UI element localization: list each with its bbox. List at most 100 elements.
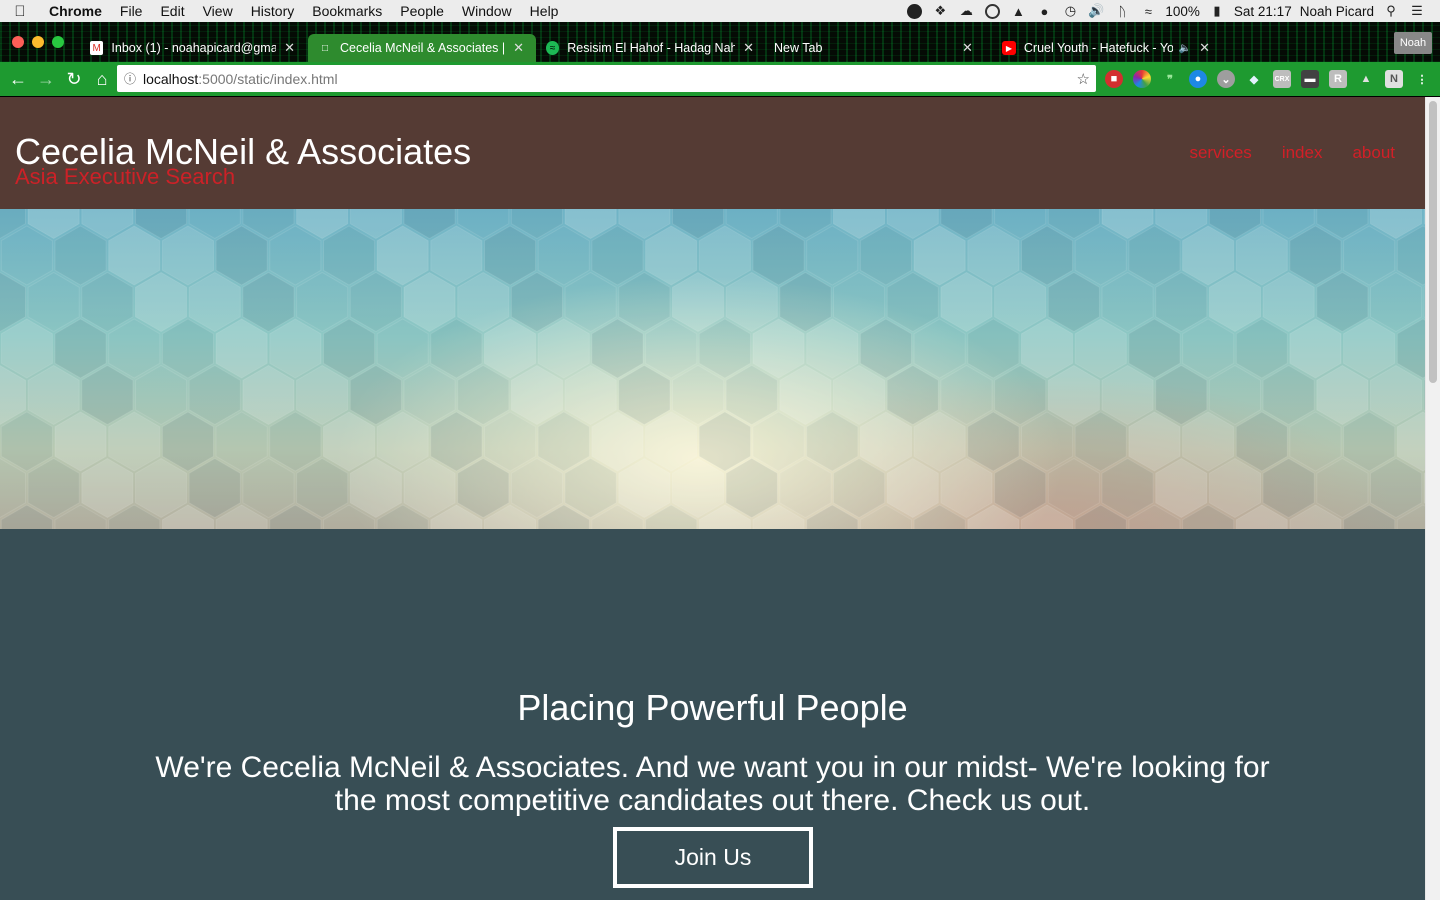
adblock-extension-icon[interactable]: ■ (1105, 70, 1123, 88)
tab-youtube[interactable]: ▶ Cruel Youth - Hatefuck - Yo 🔈 ✕ (992, 34, 1220, 62)
site-info-icon[interactable]: ⓘ (117, 70, 143, 87)
join-us-button[interactable]: Join Us (613, 827, 813, 888)
hexagon-tile (1047, 457, 1100, 519)
hexagon-tile (537, 318, 590, 379)
menu-file[interactable]: File (111, 3, 152, 19)
user-name[interactable]: Noah Picard (1300, 4, 1374, 19)
chat-icon[interactable] (905, 3, 923, 19)
hexagon-tile (376, 318, 429, 379)
menu-app-chrome[interactable]: Chrome (40, 3, 111, 19)
battery-icon[interactable]: ▮ (1208, 3, 1226, 19)
profile-button[interactable]: Noah (1394, 32, 1432, 54)
home-icon[interactable]: ⌂ (88, 65, 116, 93)
forward-arrow-icon[interactable]: → (32, 65, 60, 93)
menu-edit[interactable]: Edit (151, 3, 193, 19)
hexagon-tile (672, 457, 725, 519)
time-machine-icon[interactable]: ◷ (1061, 3, 1079, 19)
gem-extension-icon[interactable]: ◆ (1245, 70, 1263, 88)
hexagon-tile (913, 318, 966, 379)
apple-icon[interactable]:  (0, 3, 40, 20)
quote-extension-icon[interactable]: ❞ (1161, 70, 1179, 88)
volume-icon[interactable]: 🔊 (1087, 3, 1105, 19)
hexagon-tile (1101, 271, 1154, 333)
nav-index-link[interactable]: index (1282, 143, 1323, 163)
hexagon-tile (1021, 411, 1074, 472)
terminal-extension-icon[interactable]: ▬ (1301, 70, 1319, 88)
hexagon-tile (27, 364, 80, 426)
hexagon-tile (81, 457, 134, 519)
creative-cloud-icon[interactable]: ● (1035, 3, 1053, 19)
hexagon-tile (242, 271, 295, 333)
hexagon-tile (188, 271, 241, 333)
nav-services-link[interactable]: services (1189, 143, 1251, 163)
block-icon[interactable] (983, 3, 1001, 19)
cloud-icon[interactable]: ☁ (957, 3, 975, 19)
crx-extension-icon[interactable]: CRX (1273, 70, 1291, 88)
drive-icon[interactable]: ▲ (1009, 3, 1027, 19)
hexagon-tile (564, 271, 617, 333)
reload-icon[interactable]: ↻ (60, 65, 88, 93)
r-extension-icon[interactable]: R (1329, 70, 1347, 88)
hexagon-tile (698, 318, 751, 379)
pocket-extension-icon[interactable]: ⌄ (1217, 70, 1235, 88)
scrollbar-thumb[interactable] (1429, 101, 1437, 383)
close-tab-icon[interactable]: ✕ (513, 40, 524, 56)
hexagon-tile (188, 457, 241, 519)
page-scrollbar[interactable] (1425, 97, 1440, 900)
zoom-window-button[interactable] (52, 36, 64, 48)
spotlight-search-icon[interactable]: ⚲ (1382, 3, 1400, 19)
bluetooth-icon[interactable]: ᚢ (1113, 3, 1131, 19)
circle-extension-icon[interactable]: ● (1189, 70, 1207, 88)
dropbox-icon[interactable]: ❖ (931, 3, 949, 19)
tab-new-tab[interactable]: New Tab ✕ (764, 34, 992, 62)
menu-history[interactable]: History (242, 3, 304, 19)
hexagon-tile (1155, 457, 1208, 519)
bookmark-star-icon[interactable]: ☆ (1077, 70, 1090, 88)
menu-bookmarks[interactable]: Bookmarks (303, 3, 391, 19)
address-bar[interactable]: ⓘ localhost:5000/static/index.html ☆ (117, 65, 1096, 92)
hexagon-tile (484, 318, 537, 379)
hexagon-tile (161, 411, 214, 472)
hexagon-tile (1262, 457, 1315, 519)
hexagon-tile (1208, 364, 1261, 426)
clock[interactable]: Sat 21:17 (1234, 4, 1292, 19)
tab-spotify[interactable]: ≈ Resisim El Hahof - Hadag Naha ✕ (536, 34, 764, 62)
hexagon-tile (1074, 411, 1127, 472)
wifi-icon[interactable]: ≈ (1139, 3, 1157, 19)
close-tab-icon[interactable]: ✕ (284, 40, 295, 56)
hexagon-tile (725, 271, 778, 333)
notification-center-icon[interactable]: ☰ (1408, 3, 1426, 19)
hexagon-tile (81, 271, 134, 333)
drive-extension-icon[interactable]: ▲ (1357, 70, 1375, 88)
hexagon-tile (698, 411, 751, 472)
close-tab-icon[interactable]: ✕ (1199, 40, 1210, 56)
menu-window[interactable]: Window (453, 3, 521, 19)
hexagon-tile (1128, 225, 1181, 286)
audio-playing-icon[interactable]: 🔈 (1179, 43, 1191, 54)
back-arrow-icon[interactable]: ← (4, 65, 32, 93)
minimize-window-button[interactable] (32, 36, 44, 48)
hexagon-tile (269, 411, 322, 472)
menu-view[interactable]: View (194, 3, 242, 19)
hexagon-tile (323, 411, 376, 472)
chrome-menu-icon[interactable]: ⋮ (1413, 70, 1431, 88)
close-tab-icon[interactable]: ✕ (962, 40, 973, 56)
menu-people[interactable]: People (391, 3, 453, 19)
hexagon-tile (242, 364, 295, 426)
close-window-button[interactable] (12, 36, 24, 48)
page-icon: □ (321, 42, 329, 54)
hexagon-tile (886, 364, 939, 426)
close-tab-icon[interactable]: ✕ (743, 40, 754, 56)
hexagon-tile (215, 411, 268, 472)
hexagon-tile (161, 225, 214, 286)
nav-about-link[interactable]: about (1352, 143, 1395, 163)
brand[interactable]: Cecelia McNeil & Associates Asia Executi… (15, 133, 471, 189)
notion-extension-icon[interactable]: N (1385, 70, 1403, 88)
tab-gmail[interactable]: M Inbox (1) - noahapicard@gmail ✕ (80, 34, 305, 62)
menu-help[interactable]: Help (521, 3, 568, 19)
color-picker-extension-icon[interactable] (1133, 70, 1151, 88)
hexagon-tile (645, 225, 698, 286)
tab-title: Cruel Youth - Hatefuck - Yo (1023, 41, 1173, 55)
hexagon-tile (269, 225, 322, 286)
tab-cecelia-mcneil[interactable]: □ Cecelia McNeil & Associates | ✕ (308, 34, 536, 62)
